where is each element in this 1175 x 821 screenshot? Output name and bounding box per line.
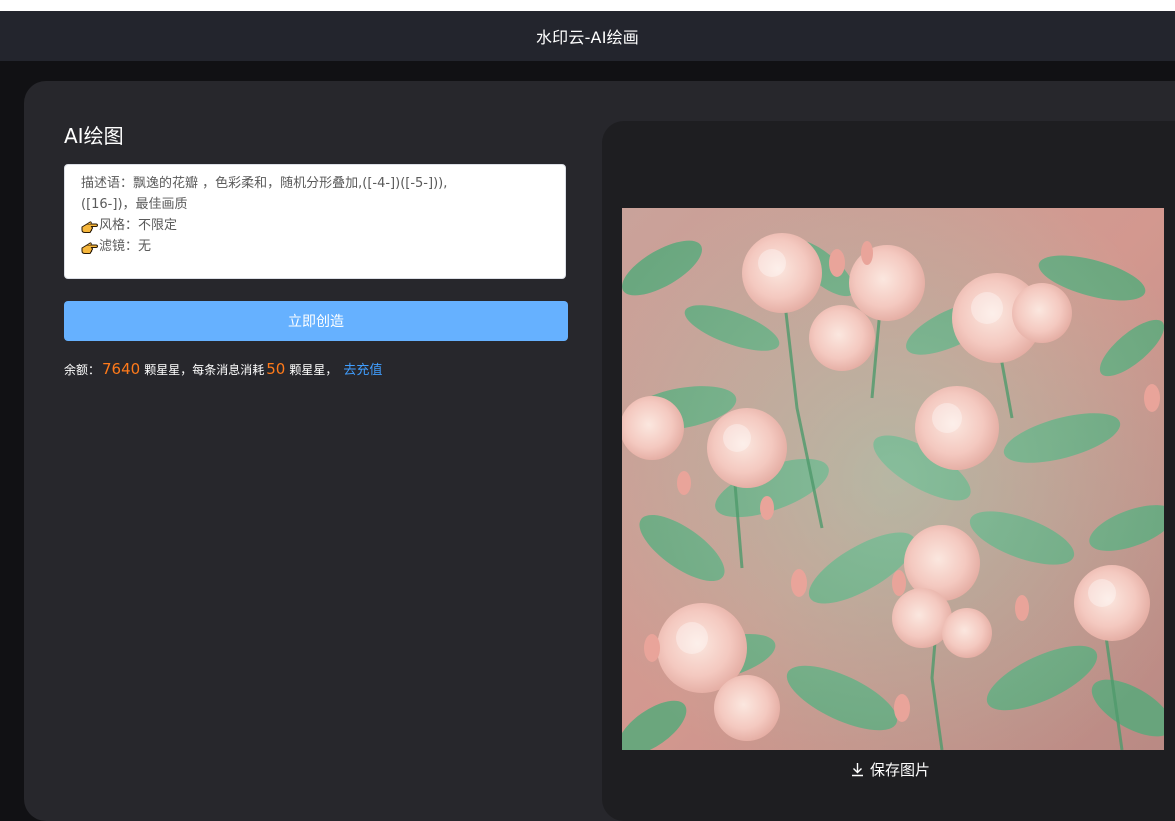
save-image-label: 保存图片 xyxy=(870,760,931,779)
download-icon xyxy=(852,762,863,776)
balance-unit: 颗星星，每条消息消耗 xyxy=(144,363,265,377)
browser-top-strip xyxy=(0,0,1175,11)
pointing-hand-icon xyxy=(81,220,98,233)
prompt-style-text: 风格：不限定 xyxy=(99,218,178,233)
prompt-description-line-1: 描述语：飘逸的花瓣 ，色彩柔和，随机分形叠加,([-4-])([-5-])), xyxy=(81,176,448,191)
prompt-filter-text: 滤镜：无 xyxy=(99,239,152,254)
balance-amount: 7640 xyxy=(102,360,141,378)
panel-title: AI绘图 xyxy=(64,124,124,148)
app-title: 水印云-AI绘画 xyxy=(535,28,640,47)
prompt-filter-line: 滤镜：无 xyxy=(81,236,549,257)
rose-artwork xyxy=(622,208,1164,750)
app-header: 水印云-AI绘画 xyxy=(0,11,1175,61)
balance-label: 余额： xyxy=(64,363,101,377)
message-cost: 50 xyxy=(266,360,286,378)
create-button[interactable]: 立即创造 xyxy=(64,301,568,341)
generated-image[interactable] xyxy=(622,208,1164,750)
pointing-hand-icon xyxy=(81,241,98,254)
recharge-link[interactable]: 去充值 xyxy=(343,359,382,378)
save-image-button[interactable]: 保存图片 xyxy=(850,757,930,781)
prompt-description-line-2: ([16-])，最佳画质 xyxy=(81,197,188,212)
cost-unit: 颗星星， xyxy=(289,363,338,377)
balance-info: 余额： 7640 颗星星，每条消息消耗 50 颗星星， 去充值 xyxy=(64,359,382,378)
prompt-style-line: 风格：不限定 xyxy=(81,215,549,236)
prompt-textarea[interactable]: 描述语：飘逸的花瓣 ，色彩柔和，随机分形叠加,([-4-])([-5-])), … xyxy=(64,164,566,279)
